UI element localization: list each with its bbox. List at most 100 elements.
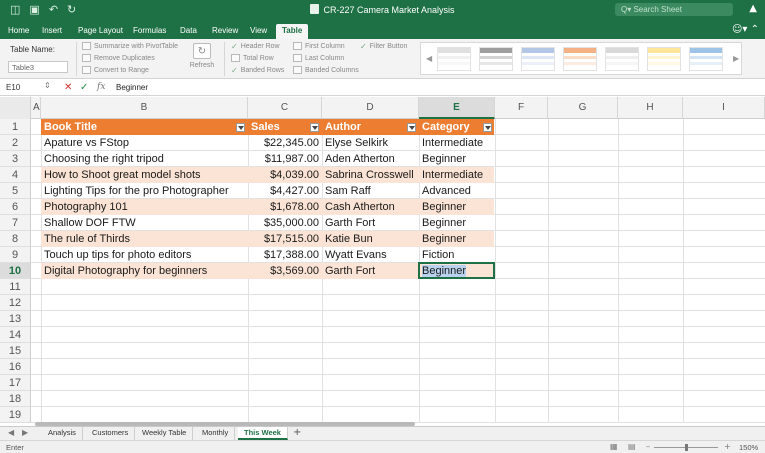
table-style-swatch[interactable]: [521, 47, 555, 71]
banded-columns-checkbox[interactable]: Banded Columns: [293, 66, 359, 74]
filter-button-checkbox[interactable]: ✓ Filter Button: [360, 42, 407, 51]
cancel-icon[interactable]: ✕: [64, 82, 72, 93]
gallery-right-arrow-icon[interactable]: ▶: [733, 54, 739, 63]
cell-title[interactable]: Photography 101: [41, 199, 248, 215]
cell-author[interactable]: Elyse Selkirk: [322, 135, 419, 151]
cell-author[interactable]: Aden Atherton: [322, 151, 419, 167]
cell-sales[interactable]: $4,039.00: [248, 167, 322, 183]
row-header-3[interactable]: 3: [0, 151, 31, 167]
cell-category[interactable]: Intermediate: [419, 167, 495, 183]
cell-sales[interactable]: $35,000.00: [248, 215, 322, 231]
header-row-checkbox[interactable]: ✓ Header Row: [231, 42, 280, 51]
sheet-tab-monthly[interactable]: Monthly: [196, 427, 236, 440]
refresh-button[interactable]: ↻ Refresh: [188, 43, 216, 69]
zoom-slider-thumb[interactable]: [685, 444, 688, 451]
table-style-swatch[interactable]: [605, 47, 639, 71]
row-header-4[interactable]: 4: [0, 167, 31, 183]
cell-author[interactable]: Garth Fort: [322, 215, 419, 231]
cell-author[interactable]: Garth Fort: [322, 263, 419, 279]
name-box-stepper-icon[interactable]: ⇕: [44, 81, 51, 90]
function-icon[interactable]: fx: [97, 82, 105, 92]
tab-formulas[interactable]: Formulas: [133, 24, 166, 39]
row-header-9[interactable]: 9: [0, 247, 31, 263]
cell-category[interactable]: Beginner: [419, 151, 495, 167]
smiley-icon[interactable]: ☺▾ ⌃: [732, 24, 759, 35]
cell-sales[interactable]: $4,427.00: [248, 183, 322, 199]
row-header-13[interactable]: 13: [0, 311, 31, 327]
sheet-tab-customers[interactable]: Customers: [86, 427, 136, 440]
table-style-swatch[interactable]: [479, 47, 513, 71]
column-header-d[interactable]: D: [322, 97, 419, 119]
cell-author[interactable]: Sabrina Crosswell: [322, 167, 419, 183]
remove-duplicates-button[interactable]: Remove Duplicates: [82, 54, 155, 62]
cell-author[interactable]: Sam Raff: [322, 183, 419, 199]
row-header-1[interactable]: 1: [0, 119, 31, 135]
gallery-left-arrow-icon[interactable]: ◀: [426, 54, 432, 63]
cell-title[interactable]: Apature vs FStop: [41, 135, 248, 151]
cell-sales[interactable]: $1,678.00: [248, 199, 322, 215]
cell-category[interactable]: Fiction: [419, 247, 495, 263]
active-cell-e10[interactable]: [418, 262, 495, 279]
tab-page-layout[interactable]: Page Layout: [78, 24, 123, 39]
cell-title[interactable]: Touch up tips for photo editors: [41, 247, 248, 263]
row-header-7[interactable]: 7: [0, 215, 31, 231]
cell-sales[interactable]: $17,388.00: [248, 247, 322, 263]
tab-data[interactable]: Data: [180, 24, 197, 39]
column-header-c[interactable]: C: [248, 97, 322, 119]
row-header-15[interactable]: 15: [0, 343, 31, 359]
summarize-pivot-button[interactable]: Summarize with PivotTable: [82, 42, 178, 50]
row-header-14[interactable]: 14: [0, 327, 31, 343]
confirm-icon[interactable]: ✓: [80, 82, 88, 93]
add-sheet-icon[interactable]: +: [293, 427, 301, 438]
column-header-h[interactable]: H: [618, 97, 683, 119]
row-header-11[interactable]: 11: [0, 279, 31, 295]
tab-home[interactable]: Home: [8, 24, 29, 39]
table-style-swatch[interactable]: [689, 47, 723, 71]
cell-title[interactable]: Lighting Tips for the pro Photographer: [41, 183, 248, 199]
normal-view-icon[interactable]: ▦: [610, 442, 618, 451]
page-layout-view-icon[interactable]: ▤: [628, 442, 636, 451]
name-box[interactable]: E10: [6, 83, 20, 92]
banded-rows-checkbox[interactable]: ✓ Banded Rows: [231, 66, 284, 75]
column-header-e[interactable]: E: [419, 97, 495, 119]
cell-title[interactable]: How to Shoot great model shots: [41, 167, 248, 183]
zoom-in-icon[interactable]: +: [724, 442, 731, 451]
row-header-16[interactable]: 16: [0, 359, 31, 375]
table-name-field[interactable]: Table3: [8, 61, 68, 73]
cell-author[interactable]: Katie Bun: [322, 231, 419, 247]
filter-dropdown-icon[interactable]: [483, 123, 492, 132]
row-header-6[interactable]: 6: [0, 199, 31, 215]
column-header-i[interactable]: I: [683, 97, 765, 119]
prev-sheet-icon[interactable]: ◀: [8, 428, 14, 437]
row-header-19[interactable]: 19: [0, 407, 31, 423]
column-header-f[interactable]: F: [495, 97, 548, 119]
cell-author[interactable]: Cash Atherton: [322, 199, 419, 215]
next-sheet-icon[interactable]: ▶: [22, 428, 28, 437]
formula-input[interactable]: Beginner: [116, 83, 148, 92]
column-header-a[interactable]: A: [31, 97, 41, 119]
cell-category[interactable]: Beginner: [419, 215, 495, 231]
filter-dropdown-icon[interactable]: [236, 123, 245, 132]
row-header-5[interactable]: 5: [0, 183, 31, 199]
row-header-17[interactable]: 17: [0, 375, 31, 391]
cell-title[interactable]: Choosing the right tripod: [41, 151, 248, 167]
cell-title[interactable]: Digital Photography for beginners: [41, 263, 248, 279]
tab-review[interactable]: Review: [212, 24, 238, 39]
tab-view[interactable]: View: [250, 24, 267, 39]
header-cell-title[interactable]: Book Title: [41, 119, 248, 135]
cell-sales[interactable]: $22,345.00: [248, 135, 322, 151]
table-style-swatch[interactable]: [647, 47, 681, 71]
cell-category[interactable]: Advanced: [419, 183, 495, 199]
sheet-tab-this-week[interactable]: This Week: [238, 427, 288, 440]
tab-insert[interactable]: Insert: [42, 24, 62, 39]
table-style-swatch[interactable]: [437, 47, 471, 71]
cell-category[interactable]: Beginner: [419, 199, 495, 215]
search-sheet-input[interactable]: Q▾ Search Sheet: [615, 3, 733, 16]
total-row-checkbox[interactable]: Total Row: [231, 54, 274, 62]
cell-sales[interactable]: $17,515.00: [248, 231, 322, 247]
row-header-12[interactable]: 12: [0, 295, 31, 311]
tab-table[interactable]: Table: [276, 24, 309, 39]
zoom-out-icon[interactable]: –: [646, 442, 650, 451]
cell-title[interactable]: Shallow DOF FTW: [41, 215, 248, 231]
column-header-b[interactable]: B: [41, 97, 248, 119]
